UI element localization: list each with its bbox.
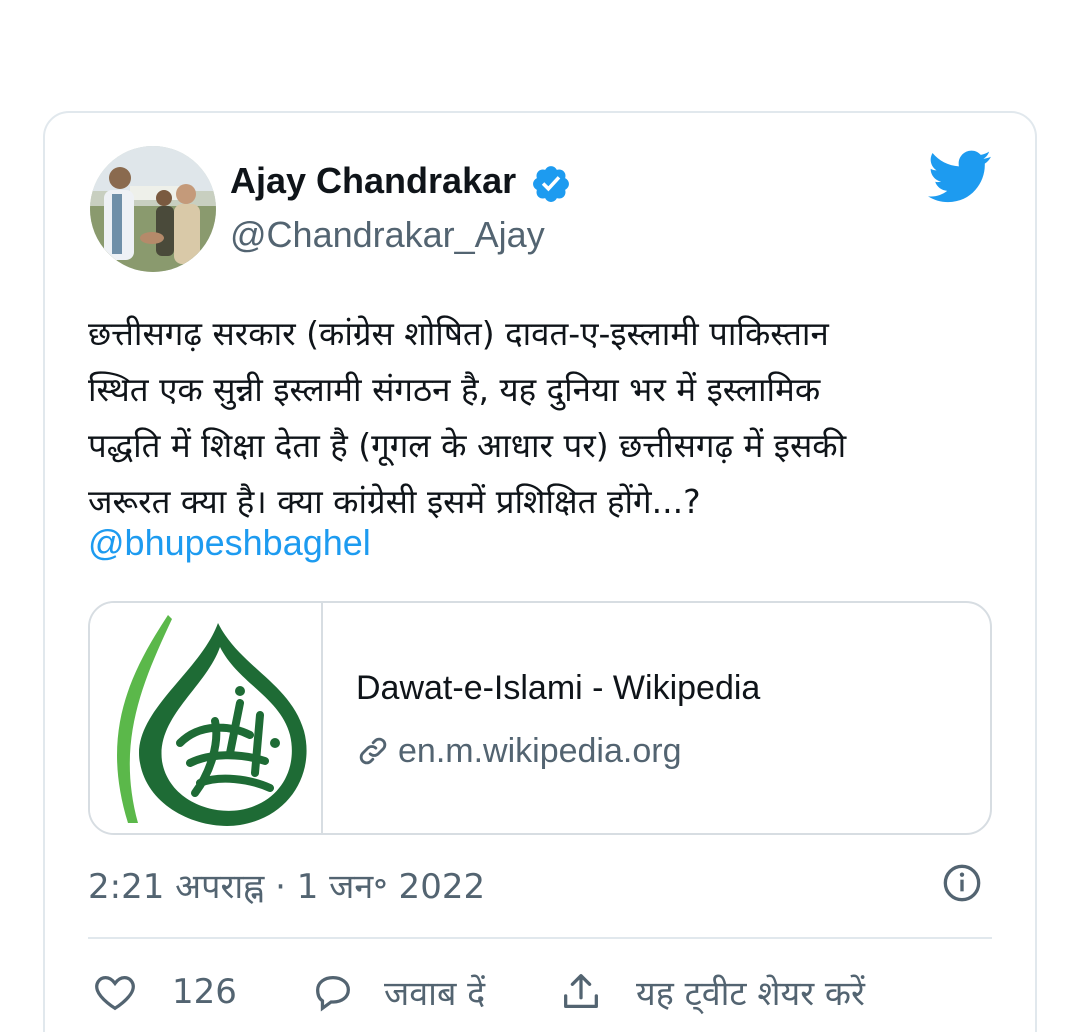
action-bar: 126 जवाब दें यह ट्वीट शेयर करें	[88, 962, 992, 1022]
dawat-e-islami-logo	[117, 615, 307, 826]
link-domain-row: en.m.wikipedia.org	[356, 729, 681, 773]
share-button[interactable]: यह ट्वीट शेयर करें	[558, 962, 865, 1022]
tweet-text: छत्तीसगढ़ सरकार (कांग्रेस शोषित) दावत-ए-…	[88, 306, 988, 530]
reply-label: जवाब दें	[384, 974, 486, 1014]
link-domain: en.m.wikipedia.org	[398, 731, 682, 770]
reply-button[interactable]: जवाब दें	[310, 962, 485, 1022]
author-handle[interactable]: @Chandrakar_Ajay	[230, 214, 545, 256]
avatar[interactable]	[90, 146, 216, 272]
divider	[88, 937, 992, 939]
avatar-photo	[90, 146, 216, 272]
link-preview-card[interactable]: Dawat-e-Islami - Wikipedia en.m.wikipedi…	[88, 601, 992, 835]
mention-link[interactable]: @bhupeshbaghel	[88, 522, 371, 564]
reply-bubble-icon	[316, 975, 350, 1012]
like-button[interactable]: 126	[92, 962, 237, 1022]
share-label: यह ट्वीट शेयर करें	[636, 974, 865, 1014]
info-icon[interactable]	[942, 863, 982, 903]
tweet-timestamp[interactable]: 2:21 अपराह्न · 1 जन॰ 2022	[88, 862, 485, 908]
link-thumbnail	[90, 603, 323, 833]
tweet-line: पद्धति में शिक्षा देता है (गूगल के आधार …	[88, 426, 847, 465]
link-title: Dawat-e-Islami - Wikipedia	[356, 669, 761, 707]
share-icon	[564, 974, 598, 1009]
tweet-line: स्थित एक सुन्नी इस्लामी संगठन है, यह दुन…	[88, 370, 821, 409]
like-count: 126	[172, 972, 237, 1012]
heart-icon	[95, 975, 135, 1011]
link-icon	[359, 737, 387, 765]
verified-badge-icon	[533, 166, 569, 202]
tweet-line: छत्तीसगढ़ सरकार (कांग्रेस शोषित) दावत-ए-…	[88, 314, 829, 353]
author-name[interactable]: Ajay Chandrakar	[230, 160, 516, 202]
twitter-bird-icon[interactable]	[928, 150, 992, 204]
